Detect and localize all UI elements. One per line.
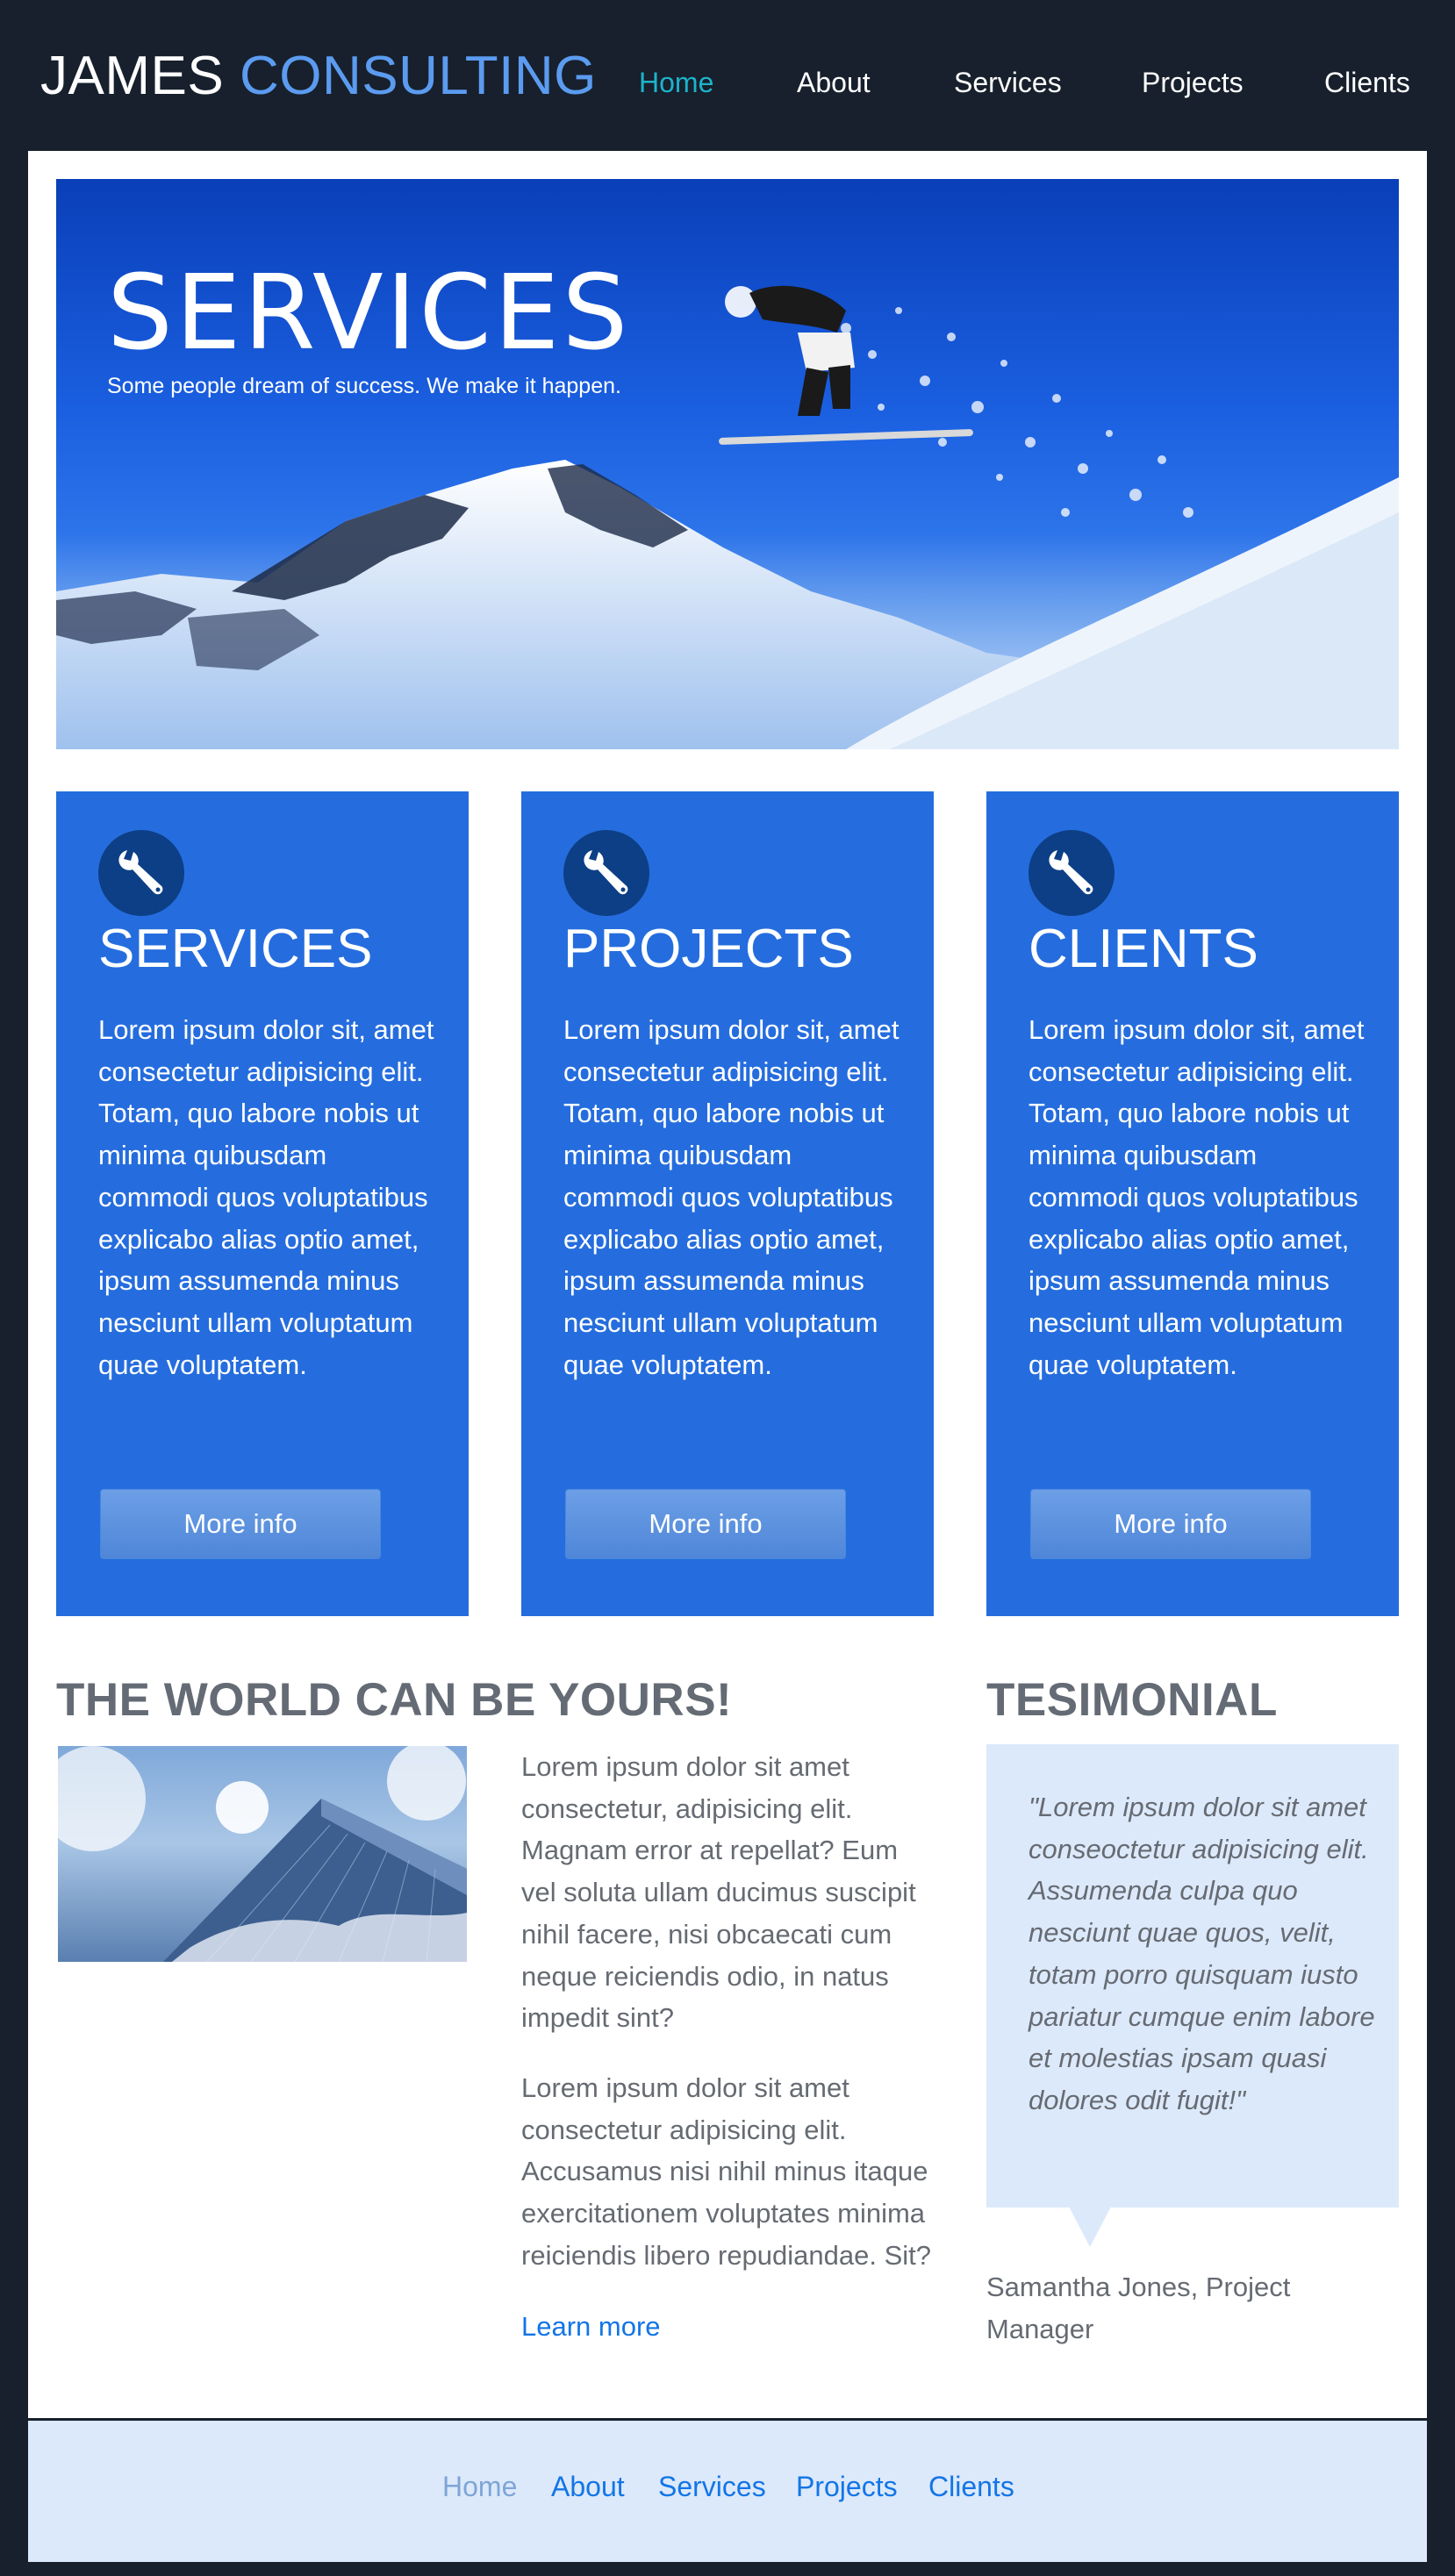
nav-projects-link[interactable]: Projects [1142,65,1244,100]
projects-card: PROJECTS Lorem ipsum dolor sit, amet con… [521,791,934,1616]
world-paragraph-2: Lorem ipsum dolor sit amet consectetur a… [521,2072,932,2271]
brand-logo[interactable]: JAMES CONSULTING [40,44,597,109]
more-info-button[interactable]: More info [100,1489,381,1559]
hero-banner: SERVICES Some people dream of success. W… [56,179,1399,749]
card-text: Lorem ipsum dolor sit, amet consectetur … [1029,1014,1365,1380]
card-title: SERVICES [98,919,373,979]
testimonial-quote: "Lorem ipsum dolor sit amet conseoctetur… [1029,1792,1375,2115]
card-title: CLIENTS [1029,919,1258,979]
snowboarder-figure [719,285,973,445]
nav-services-link[interactable]: Services [954,65,1062,100]
brand-name: JAMES [40,46,225,106]
clients-card: CLIENTS Lorem ipsum dolor sit, amet cons… [986,791,1399,1616]
footer-projects-link[interactable]: Projects [796,2469,898,2504]
testimonial-quote-box: "Lorem ipsum dolor sit amet conseoctetur… [986,1744,1399,2207]
site-footer: Home About Services Projects Clients [28,2418,1427,2562]
nav-home-link[interactable]: Home [639,65,713,100]
testimonial-author: Samantha Jones, Project Manager [986,2272,1291,2344]
nav-clients-link[interactable]: Clients [1324,65,1410,100]
building-image [58,1746,467,1962]
quote-tail [1069,2207,1111,2247]
footer-services-link[interactable]: Services [658,2469,766,2504]
world-paragraph-1: Lorem ipsum dolor sit amet consectetur, … [521,1751,916,2034]
hero-title: SERVICES [107,252,631,373]
site-header: JAMES CONSULTING Home About Services Pro… [0,0,1455,151]
footer-clients-link[interactable]: Clients [928,2469,1014,2504]
footer-about-link[interactable]: About [551,2469,625,2504]
wrench-icon [563,830,649,916]
hero-subtitle: Some people dream of success. We make it… [107,374,621,398]
testimonial-title: TESIMONIAL [986,1674,1278,1726]
wrench-icon [1029,830,1115,916]
brand-accent: CONSULTING [239,46,597,106]
more-info-button[interactable]: More info [565,1489,846,1559]
more-info-button[interactable]: More info [1030,1489,1311,1559]
world-section-title: THE WORLD CAN BE YOURS! [56,1674,733,1726]
card-title: PROJECTS [563,919,854,979]
nav-about-link[interactable]: About [797,65,871,100]
wrench-icon [98,830,184,916]
card-text: Lorem ipsum dolor sit, amet consectetur … [98,1014,434,1380]
learn-more-link[interactable]: Learn more [521,2309,661,2344]
footer-home-link[interactable]: Home [442,2469,517,2504]
card-text: Lorem ipsum dolor sit, amet consectetur … [563,1014,900,1380]
services-card: SERVICES Lorem ipsum dolor sit, amet con… [56,791,469,1616]
